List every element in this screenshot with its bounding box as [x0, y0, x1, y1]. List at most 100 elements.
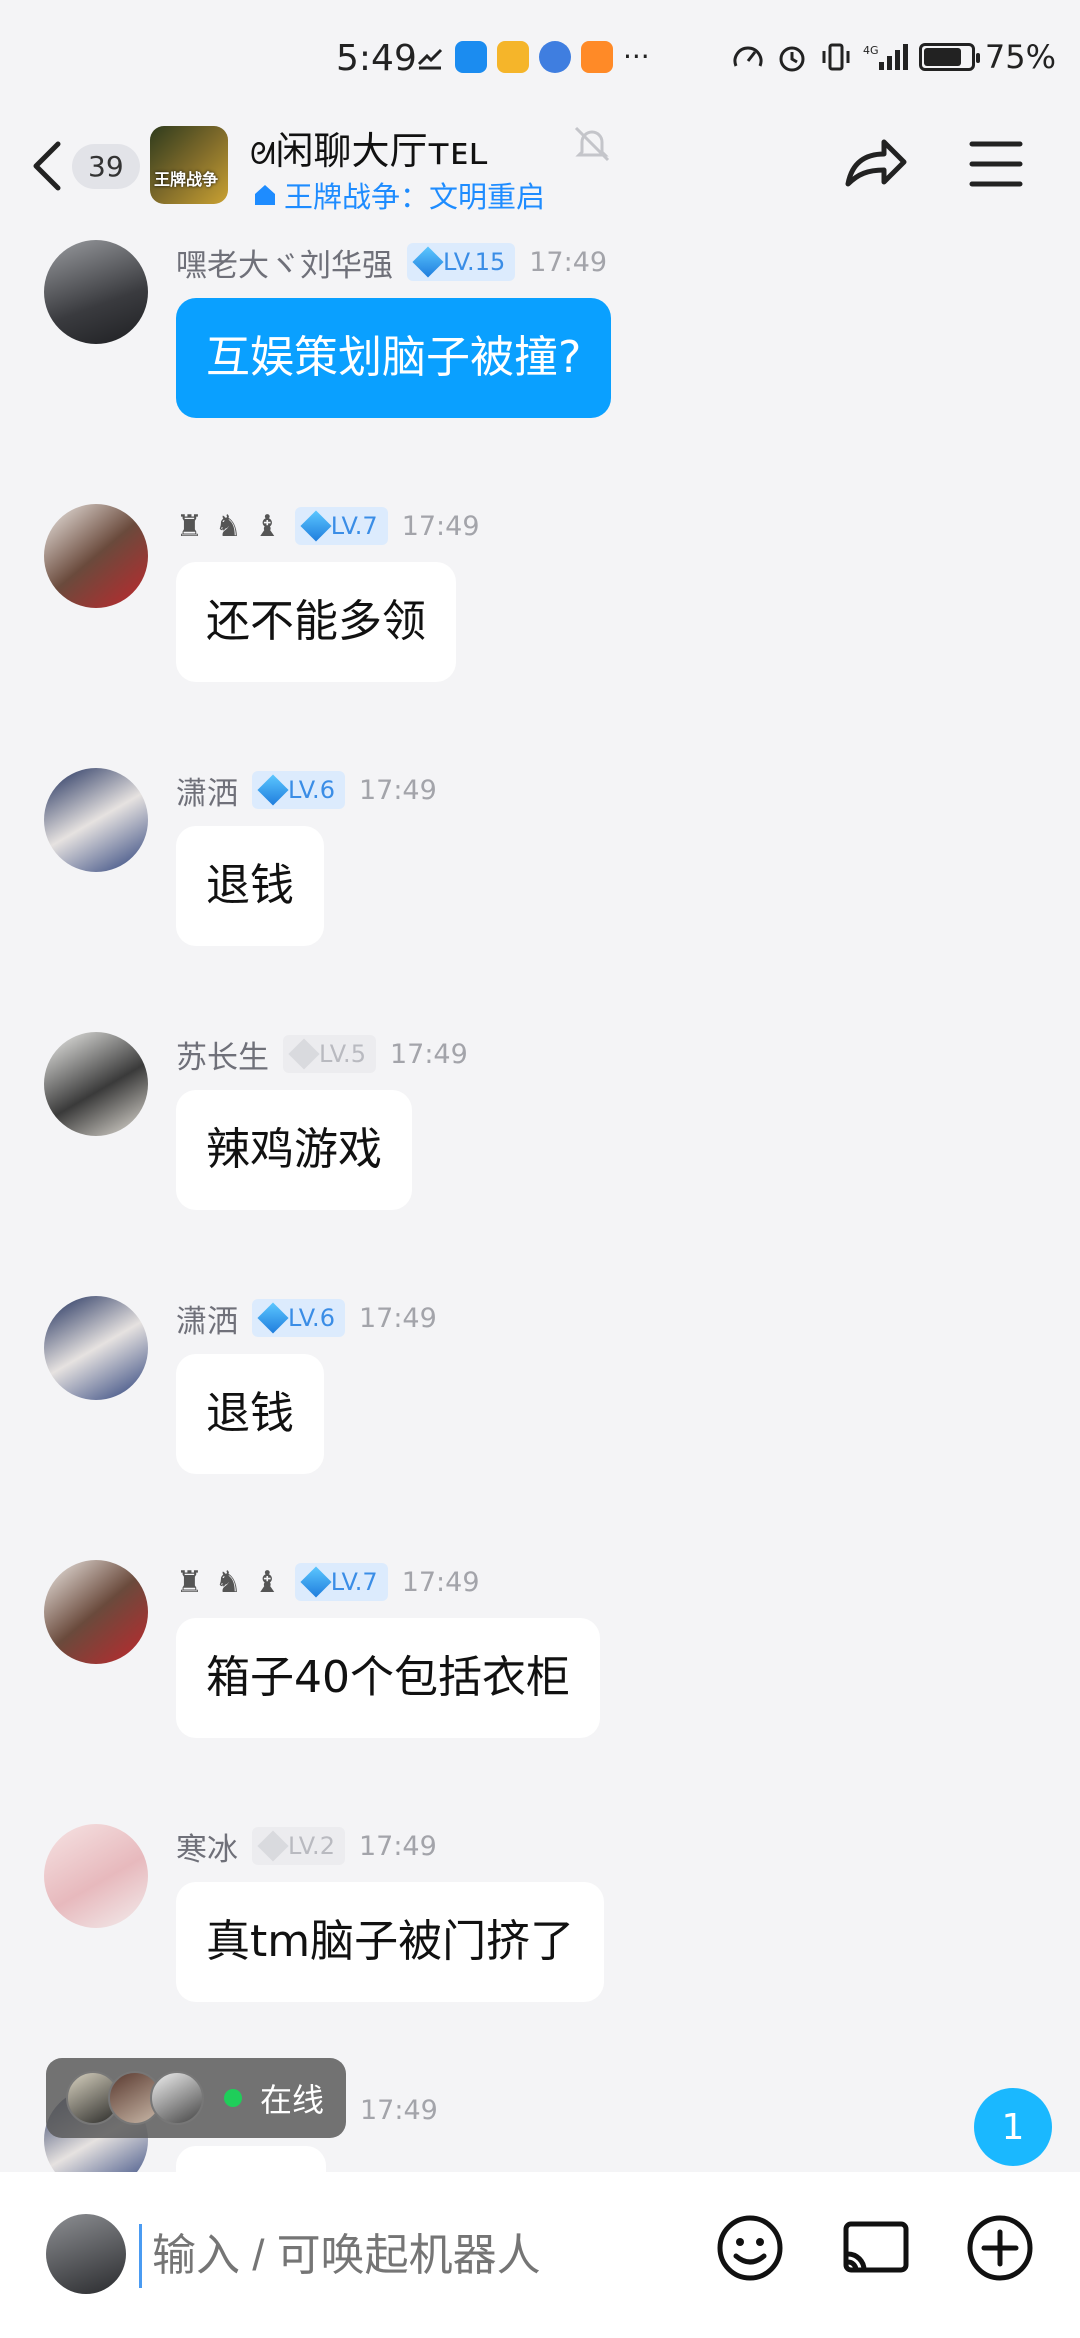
avatar[interactable]: [44, 1296, 148, 1400]
figure-icon: ♜: [176, 1564, 203, 1600]
emoji-icon[interactable]: [714, 2212, 786, 2284]
message-bubble[interactable]: [176, 2146, 326, 2172]
sender-name[interactable]: 苏长生: [176, 1032, 269, 1077]
avatar[interactable]: [44, 1560, 148, 1664]
message-time: 17:49: [358, 774, 437, 806]
message-meta: ♜ ♞ ♝ LV.7 17:49: [176, 1562, 480, 1602]
diamond-icon: [300, 1566, 332, 1598]
chat-header: 39 王牌战争 ᘛ闲聊大厅ᴛᴇʟ 王牌战争：文明重启: [0, 110, 1080, 228]
sender-name[interactable]: 潇洒: [176, 1296, 238, 1341]
message-meta: ♜ ♞ ♝ LV.7 17:49: [176, 506, 480, 546]
avatar[interactable]: [44, 1032, 148, 1136]
avatar[interactable]: [44, 768, 148, 872]
diamond-icon: [300, 510, 332, 542]
message-bubble[interactable]: 退钱: [176, 1354, 324, 1474]
diamond-icon: [257, 1830, 289, 1862]
message-time: 17:49: [401, 1566, 480, 1598]
sender-name[interactable]: 寒冰: [176, 1824, 238, 1869]
screen-share-icon[interactable]: [840, 2212, 912, 2284]
group-subtitle-text: 王牌战争：文明重启: [284, 180, 546, 214]
diamond-icon: [257, 774, 289, 806]
figure-icon: ♜: [176, 508, 203, 544]
figure-icon: ♝: [253, 508, 281, 544]
sender-name[interactable]: 嘿老大ヾ刘华强: [176, 240, 393, 285]
text-caret: [139, 2224, 142, 2288]
back-icon: [33, 141, 61, 191]
message-time: 17:49: [360, 2094, 438, 2126]
alarm-icon: [779, 46, 805, 72]
avatar[interactable]: [44, 240, 148, 344]
status-system-icons: 4G 75%: [731, 38, 1056, 76]
message-time: 17:49: [358, 1830, 437, 1862]
level-text: LV.6: [288, 1304, 335, 1332]
status-time: 5:49: [336, 38, 417, 79]
svg-text:4G: 4G: [863, 44, 879, 57]
level-text: LV.15: [443, 248, 506, 276]
figure-icon: ♝: [253, 1564, 281, 1600]
message-bubble[interactable]: 辣鸡游戏: [176, 1090, 412, 1210]
diamond-icon: [257, 1302, 289, 1334]
message-time: 17:49: [358, 1302, 437, 1334]
message-bubble[interactable]: 退钱: [176, 826, 324, 946]
group-avatar-label: 王牌战争: [154, 170, 219, 189]
message-bubble[interactable]: 真tm脑子被门挤了: [176, 1882, 605, 2002]
input-bar: [0, 2172, 1080, 2338]
online-label: 在线: [260, 2081, 325, 2119]
level-badge: LV.7: [294, 507, 388, 545]
message-time: 17:49: [529, 246, 608, 278]
group-title[interactable]: ᘛ闲聊大厅ᴛᴇʟ: [250, 120, 488, 175]
message-bubble[interactable]: 互娱策划脑子被撞?: [176, 298, 612, 418]
online-avatar: [150, 2071, 204, 2125]
group-subtitle[interactable]: 王牌战争：文明重启: [252, 174, 545, 216]
group-avatar[interactable]: 王牌战争: [150, 126, 228, 204]
message-input[interactable]: [152, 2224, 672, 2288]
home-icon: [255, 185, 275, 205]
app-notification-icon: [539, 40, 571, 73]
message-bubble[interactable]: 箱子40个包括衣柜: [176, 1618, 600, 1738]
group-title-suffix: ᴛᴇʟ: [427, 129, 488, 173]
app-notification-icon: [497, 40, 529, 73]
figure-icon: ♞: [214, 1564, 242, 1600]
sender-name-icons[interactable]: ♜ ♞ ♝: [176, 509, 281, 544]
message-meta: 嘿老大ヾ刘华强 LV.15 17:49: [176, 240, 608, 285]
battery-percent: 75%: [984, 38, 1056, 76]
diamond-icon: [288, 1038, 320, 1070]
sender-name[interactable]: 潇洒: [176, 768, 238, 813]
more-notifications-icon: ···: [623, 40, 650, 73]
level-text: LV.2: [288, 1832, 335, 1860]
new-messages-badge[interactable]: 1: [974, 2088, 1052, 2166]
signal-icon: 4G: [863, 44, 908, 70]
speed-icon: [733, 46, 763, 67]
message-meta: 苏长生 LV.5 17:49: [176, 1032, 468, 1077]
unread-chats-badge: 39: [72, 143, 140, 189]
message-meta: 寒冰 LV.2 17:49: [176, 1824, 437, 1869]
share-icon[interactable]: [840, 128, 910, 198]
level-badge: LV.2: [252, 1827, 345, 1865]
battery-icon: [918, 43, 980, 71]
add-icon[interactable]: [964, 2212, 1036, 2284]
group-title-text: 闲聊大厅: [275, 129, 428, 173]
message-meta: 潇洒 LV.6 17:49: [176, 768, 437, 813]
avatar[interactable]: [44, 504, 148, 608]
status-bar: 5:49 ··· 4G 75%: [0, 0, 1080, 110]
figure-icon: ♞: [214, 508, 242, 544]
avatar[interactable]: [44, 1824, 148, 1928]
missed-call-icon: [417, 48, 443, 69]
back-button[interactable]: 39: [30, 136, 140, 196]
level-badge: LV.6: [252, 771, 345, 809]
mute-icon: [574, 126, 610, 162]
level-badge: LV.15: [407, 243, 516, 281]
sender-name-icons[interactable]: ♜ ♞ ♝: [176, 1565, 281, 1600]
message-time: 17:49: [389, 1038, 468, 1070]
message-bubble[interactable]: 还不能多领: [176, 562, 456, 682]
group-title-prefix-icon: ᘛ: [250, 137, 276, 172]
online-members-pill[interactable]: 在线: [46, 2058, 346, 2138]
my-avatar[interactable]: [46, 2214, 126, 2294]
level-badge: LV.6: [252, 1299, 345, 1337]
level-text: LV.7: [330, 1568, 378, 1596]
menu-icon[interactable]: [966, 134, 1026, 194]
app-notification-icon: [581, 40, 613, 73]
level-text: LV.6: [288, 776, 335, 804]
vibrate-icon: [822, 43, 850, 71]
message-meta: 潇洒 LV.6 17:49: [176, 1296, 437, 1341]
